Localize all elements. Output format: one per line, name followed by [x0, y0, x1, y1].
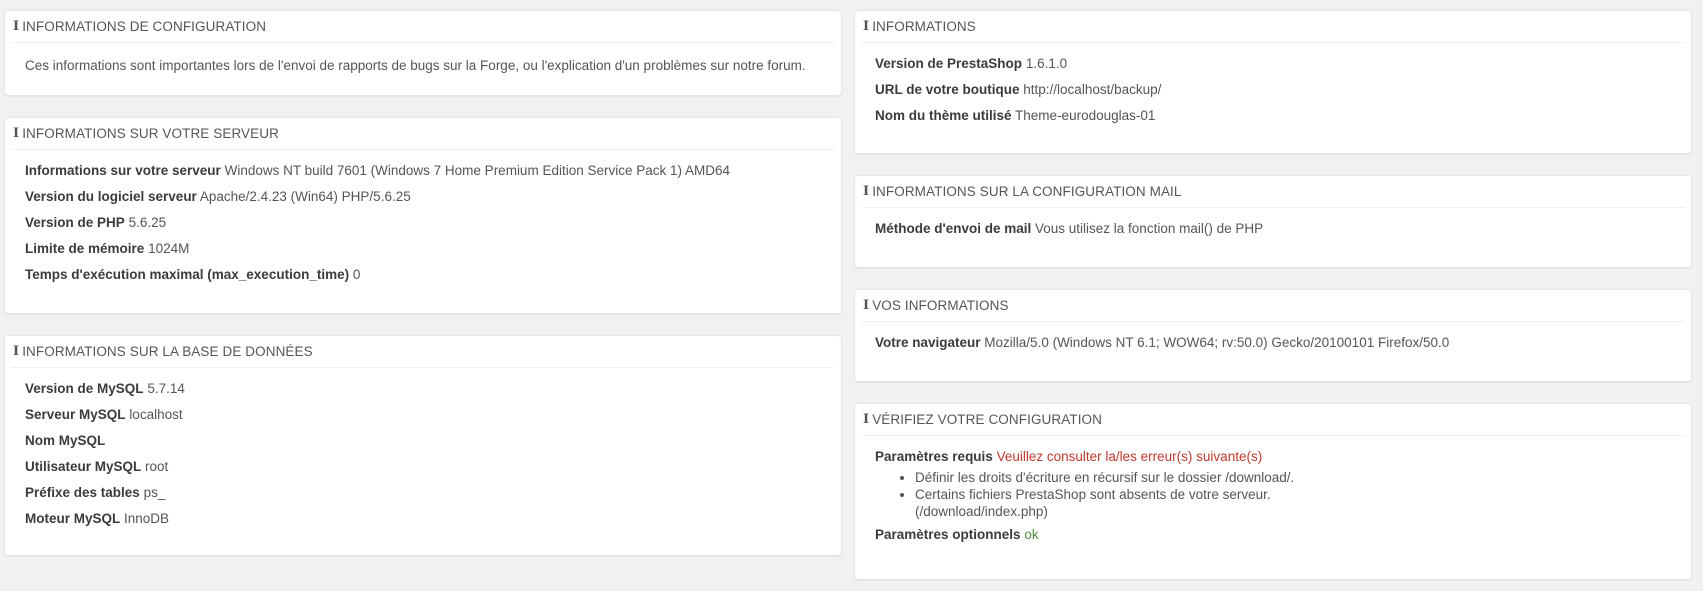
- row-label: Version de PHP: [25, 215, 125, 230]
- server-info-panel: i INFORMATIONS SUR VOTRE SERVEUR Informa…: [4, 117, 842, 314]
- info-icon: i: [863, 19, 870, 34]
- row-label: Votre navigateur: [875, 335, 981, 350]
- row-value: ps_: [143, 485, 166, 500]
- mysql-version-row: Version de MySQL 5.7.14: [25, 380, 821, 397]
- info-icon: i: [863, 298, 870, 313]
- check-config-panel: i VÉRIFIEZ VOTRE CONFIGURATION Paramètre…: [854, 403, 1692, 580]
- panel-title: INFORMATIONS SUR LA CONFIGURATION MAIL: [872, 184, 1182, 199]
- row-label: URL de votre boutique: [875, 82, 1020, 97]
- row-label: Utilisateur MySQL: [25, 459, 142, 474]
- shop-url-row: URL de votre boutique http://localhost/b…: [875, 81, 1671, 98]
- table-prefix-row: Préfixe des tables ps_: [25, 484, 821, 501]
- panel-heading: i INFORMATIONS SUR LA BASE DE DONNÉES: [11, 336, 835, 368]
- row-label: Préfixe des tables: [25, 485, 140, 500]
- row-value: 5.7.14: [147, 381, 185, 396]
- list-item: Certains fichiers PrestaShop sont absent…: [915, 486, 1671, 520]
- mysql-server-row: Serveur MySQL localhost: [25, 406, 821, 423]
- panel-title: VÉRIFIEZ VOTRE CONFIGURATION: [872, 412, 1102, 427]
- right-column: i INFORMATIONS Version de PrestaShop 1.6…: [854, 10, 1692, 580]
- row-label: Moteur MySQL: [25, 511, 121, 526]
- list-item: Définir les droits d'écriture en récursi…: [915, 469, 1671, 486]
- row-value: 0: [352, 267, 361, 282]
- prestashop-version-row: Version de PrestaShop 1.6.1.0: [875, 55, 1671, 72]
- panel-heading: i INFORMATIONS: [861, 11, 1685, 43]
- issues-list: Définir les droits d'écriture en récursi…: [875, 469, 1671, 520]
- row-value: http://localhost/backup/: [1023, 82, 1162, 97]
- row-value: InnoDB: [124, 511, 170, 526]
- info-icon: i: [13, 126, 20, 141]
- row-value: Vous utilisez la fonction mail() de PHP: [1035, 221, 1264, 236]
- max-execution-time-row: Temps d'exécution maximal (max_execution…: [25, 266, 821, 283]
- shop-info-panel: i INFORMATIONS Version de PrestaShop 1.6…: [854, 10, 1692, 154]
- row-value: 1024M: [148, 241, 190, 256]
- config-info-panel: i INFORMATIONS DE CONFIGURATION Ces info…: [4, 10, 842, 96]
- row-label: Paramètres requis: [875, 449, 993, 464]
- theme-name-row: Nom du thème utilisé Theme-eurodouglas-0…: [875, 107, 1671, 124]
- row-value: root: [145, 459, 169, 474]
- row-label: Temps d'exécution maximal (max_execution…: [25, 267, 350, 282]
- panel-title: VOS INFORMATIONS: [872, 298, 1009, 313]
- panel-title: INFORMATIONS SUR LA BASE DE DONNÉES: [22, 344, 313, 359]
- row-label: Nom MySQL: [25, 433, 106, 448]
- mysql-user-row: Utilisateur MySQL root: [25, 458, 821, 475]
- row-value: localhost: [129, 407, 183, 422]
- left-column: i INFORMATIONS DE CONFIGURATION Ces info…: [4, 10, 842, 577]
- info-icon: i: [863, 412, 870, 427]
- row-label: Méthode d'envoi de mail: [875, 221, 1032, 236]
- mysql-engine-row: Moteur MySQL InnoDB: [25, 510, 821, 527]
- row-value: 1.6.1.0: [1025, 56, 1068, 71]
- row-label: Nom du thème utilisé: [875, 108, 1012, 123]
- browser-row: Votre navigateur Mozilla/5.0 (Windows NT…: [875, 334, 1671, 351]
- row-value: Mozilla/5.0 (Windows NT 6.1; WOW64; rv:5…: [984, 335, 1450, 350]
- list-item-path: (/download/index.php): [915, 504, 1048, 519]
- required-params-status: Veuillez consulter la/les erreur(s) suiv…: [996, 449, 1263, 464]
- php-version-row: Version de PHP 5.6.25: [25, 214, 821, 231]
- row-label: Serveur MySQL: [25, 407, 126, 422]
- info-icon: i: [863, 184, 870, 199]
- mail-config-panel: i INFORMATIONS SUR LA CONFIGURATION MAIL…: [854, 175, 1692, 268]
- info-icon: i: [13, 344, 20, 359]
- row-label: Paramètres optionnels: [875, 527, 1021, 542]
- panel-heading: i INFORMATIONS SUR LA CONFIGURATION MAIL: [861, 176, 1685, 208]
- panel-heading: i VOS INFORMATIONS: [861, 290, 1685, 322]
- list-item-text: Certains fichiers PrestaShop sont absent…: [915, 487, 1271, 502]
- row-label: Limite de mémoire: [25, 241, 145, 256]
- panel-title: INFORMATIONS DE CONFIGURATION: [22, 19, 267, 34]
- row-value: Apache/2.4.23 (Win64) PHP/5.6.25: [199, 189, 411, 204]
- panel-heading: i VÉRIFIEZ VOTRE CONFIGURATION: [861, 404, 1685, 436]
- memory-limit-row: Limite de mémoire 1024M: [25, 240, 821, 257]
- row-value: Windows NT build 7601 (Windows 7 Home Pr…: [224, 163, 731, 178]
- row-value: Theme-eurodouglas-01: [1015, 108, 1156, 123]
- mysql-name-row: Nom MySQL: [25, 432, 821, 449]
- panel-heading: i INFORMATIONS DE CONFIGURATION: [11, 11, 835, 43]
- server-info-row: Informations sur votre serveur Windows N…: [25, 162, 821, 179]
- mail-method-row: Méthode d'envoi de mail Vous utilisez la…: [875, 220, 1671, 237]
- config-info-text: Ces informations sont importantes lors d…: [25, 58, 806, 73]
- row-value: 5.6.25: [128, 215, 167, 230]
- database-info-panel: i INFORMATIONS SUR LA BASE DE DONNÉES Ve…: [4, 335, 842, 556]
- row-label: Version de MySQL: [25, 381, 144, 396]
- row-label: Informations sur votre serveur: [25, 163, 221, 178]
- server-software-row: Version du logiciel serveur Apache/2.4.2…: [25, 188, 821, 205]
- panel-heading: i INFORMATIONS SUR VOTRE SERVEUR: [11, 118, 835, 150]
- required-params-row: Paramètres requis Veuillez consulter la/…: [875, 448, 1671, 465]
- info-icon: i: [13, 19, 20, 34]
- row-label: Version de PrestaShop: [875, 56, 1023, 71]
- row-label: Version du logiciel serveur: [25, 189, 197, 204]
- optional-params-status: ok: [1024, 527, 1039, 542]
- panel-title: INFORMATIONS: [872, 19, 976, 34]
- optional-params-row: Paramètres optionnels ok: [875, 526, 1671, 543]
- your-info-panel: i VOS INFORMATIONS Votre navigateur Mozi…: [854, 289, 1692, 382]
- panel-title: INFORMATIONS SUR VOTRE SERVEUR: [22, 126, 279, 141]
